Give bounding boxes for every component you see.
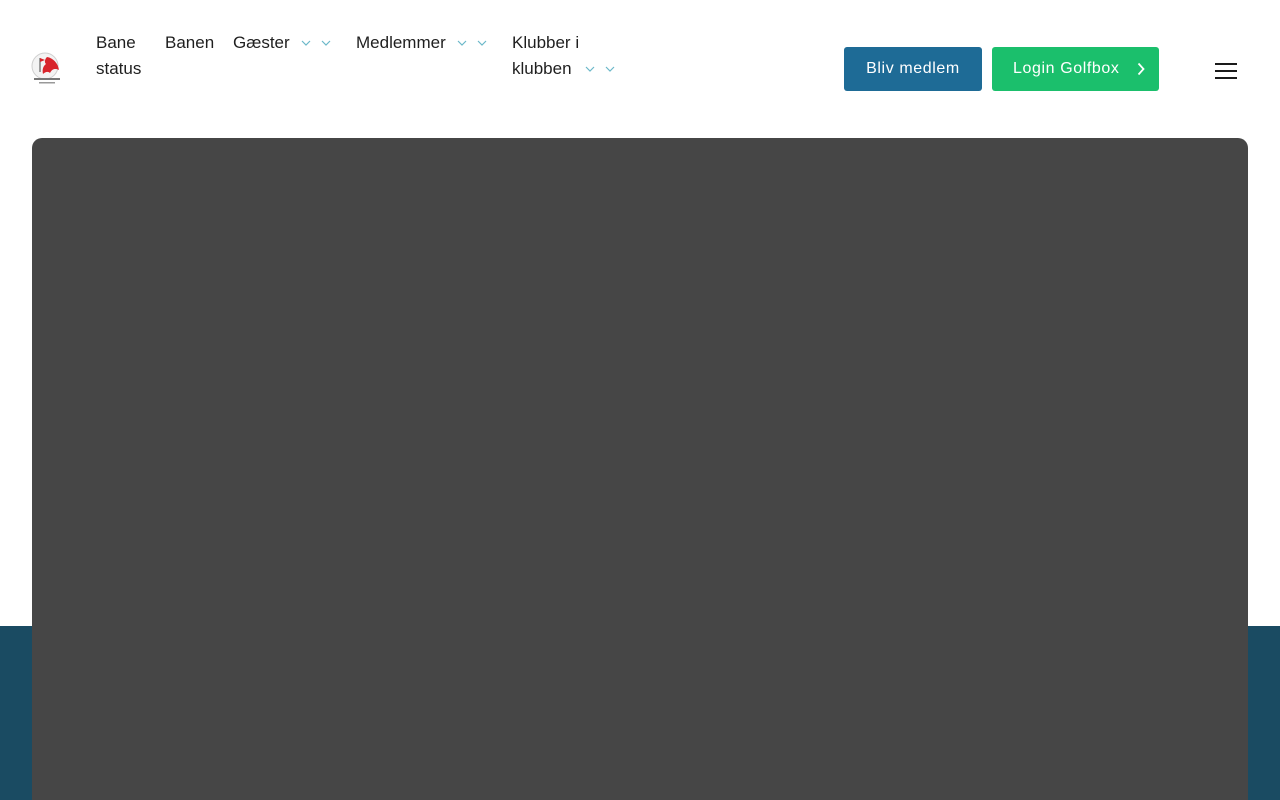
nav-bane-status-label: Bane status bbox=[96, 33, 142, 78]
nav-klubber-i-klubben[interactable]: Klubber i klubben bbox=[512, 30, 582, 82]
klubber-chevron-down-icon[interactable] bbox=[584, 65, 620, 75]
nav-bane-status[interactable]: Bane status bbox=[96, 30, 156, 82]
nav-medlemmer[interactable]: Medlemmer bbox=[356, 30, 446, 56]
gaester-chevron-down-icon[interactable] bbox=[300, 39, 336, 49]
hero-media-placeholder bbox=[32, 138, 1248, 800]
site-header: Bane status Banen Gæster Medlemmer Klubb… bbox=[0, 0, 1280, 138]
nav-banen-label: Banen bbox=[165, 33, 215, 52]
nav-banen[interactable]: Banen bbox=[165, 30, 214, 56]
hamburger-line bbox=[1215, 63, 1237, 65]
hamburger-line bbox=[1215, 77, 1237, 79]
chevron-right-icon bbox=[1137, 62, 1145, 76]
login-golfbox-button[interactable]: Login Golfbox bbox=[992, 47, 1159, 91]
nav-gaester[interactable]: Gæster bbox=[233, 30, 290, 56]
login-golfbox-label: Login Golfbox bbox=[1013, 60, 1120, 77]
bliv-medlem-label: Bliv medlem bbox=[866, 60, 960, 77]
nav-klubber-label: Klubber i klubben bbox=[512, 33, 580, 78]
hamburger-menu-icon[interactable] bbox=[1215, 63, 1237, 79]
hamburger-line bbox=[1215, 70, 1237, 72]
golf-club-crest-icon bbox=[31, 52, 60, 84]
club-logo[interactable] bbox=[31, 52, 63, 86]
nav-gaester-label: Gæster bbox=[233, 33, 290, 52]
nav-medlemmer-label: Medlemmer bbox=[356, 33, 446, 52]
medlemmer-chevron-down-icon[interactable] bbox=[455, 39, 491, 49]
bliv-medlem-button[interactable]: Bliv medlem bbox=[844, 47, 982, 91]
